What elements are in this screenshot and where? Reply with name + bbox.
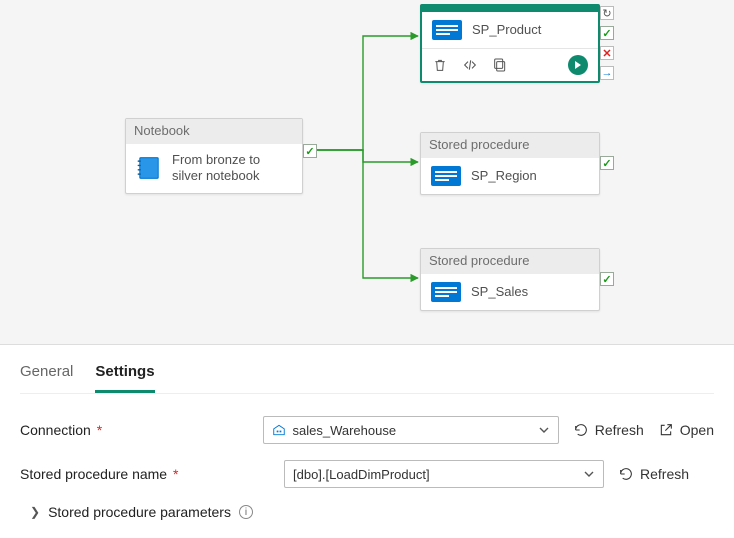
activity-label: SP_Region xyxy=(471,168,537,184)
tab-strip: General Settings xyxy=(20,363,714,394)
chevron-down-icon xyxy=(583,468,595,480)
activity-header: Stored procedure xyxy=(421,249,599,274)
copy-icon[interactable] xyxy=(492,57,508,73)
status-loop-icon[interactable]: ↻ xyxy=(600,6,614,20)
activity-label: From bronze to silver notebook xyxy=(172,152,292,185)
tab-general[interactable]: General xyxy=(20,363,73,393)
activity-header: Stored procedure xyxy=(421,133,599,158)
warehouse-icon xyxy=(272,423,286,437)
status-success-check[interactable]: ✓ xyxy=(600,26,614,40)
refresh-icon xyxy=(573,422,589,438)
status-success-check[interactable]: ✓ xyxy=(303,144,317,158)
connection-value: sales_Warehouse xyxy=(292,423,396,438)
properties-panel: General Settings Connection * sales_Ware… xyxy=(0,345,734,530)
activity-sp-region[interactable]: Stored procedure SP_Region xyxy=(420,132,600,195)
notebook-icon xyxy=(136,155,162,181)
status-success-check[interactable]: ✓ xyxy=(600,156,614,170)
status-skip-icon[interactable]: → xyxy=(600,66,614,80)
activity-notebook[interactable]: Notebook From bronze to silver notebook xyxy=(125,118,303,194)
stored-procedure-icon xyxy=(432,20,462,40)
activity-sp-sales[interactable]: Stored procedure SP_Sales xyxy=(420,248,600,311)
sproc-refresh-button[interactable]: Refresh xyxy=(618,466,689,482)
activity-label: SP_Product xyxy=(472,22,541,38)
open-external-icon xyxy=(658,422,674,438)
sproc-params-expander[interactable]: ❯ Stored procedure parameters i xyxy=(30,504,714,520)
pipeline-canvas[interactable]: Notebook From bronze to silver notebook … xyxy=(0,0,734,345)
connection-refresh-button[interactable]: Refresh xyxy=(573,422,644,438)
delete-icon[interactable] xyxy=(432,57,448,73)
chevron-right-icon: ❯ xyxy=(30,505,40,519)
sproc-value: [dbo].[LoadDimProduct] xyxy=(293,467,430,482)
connection-label: Connection * xyxy=(20,422,249,438)
run-button[interactable] xyxy=(568,55,588,75)
refresh-icon xyxy=(618,466,634,482)
stored-procedure-icon xyxy=(431,282,461,302)
info-icon[interactable]: i xyxy=(239,505,253,519)
tab-settings[interactable]: Settings xyxy=(95,363,154,393)
activity-header: Notebook xyxy=(126,119,302,144)
activity-label: SP_Sales xyxy=(471,284,528,300)
connection-select[interactable]: sales_Warehouse xyxy=(263,416,558,444)
sproc-label: Stored procedure name * xyxy=(20,466,270,482)
connection-open-button[interactable]: Open xyxy=(658,422,714,438)
code-icon[interactable] xyxy=(462,57,478,73)
sproc-select[interactable]: [dbo].[LoadDimProduct] xyxy=(284,460,604,488)
chevron-down-icon xyxy=(538,424,550,436)
connectors xyxy=(0,0,734,345)
stored-procedure-icon xyxy=(431,166,461,186)
status-success-check[interactable]: ✓ xyxy=(600,272,614,286)
status-fail-icon[interactable]: ✕ xyxy=(600,46,614,60)
activity-sp-product[interactable]: SP_Product xyxy=(420,4,600,83)
